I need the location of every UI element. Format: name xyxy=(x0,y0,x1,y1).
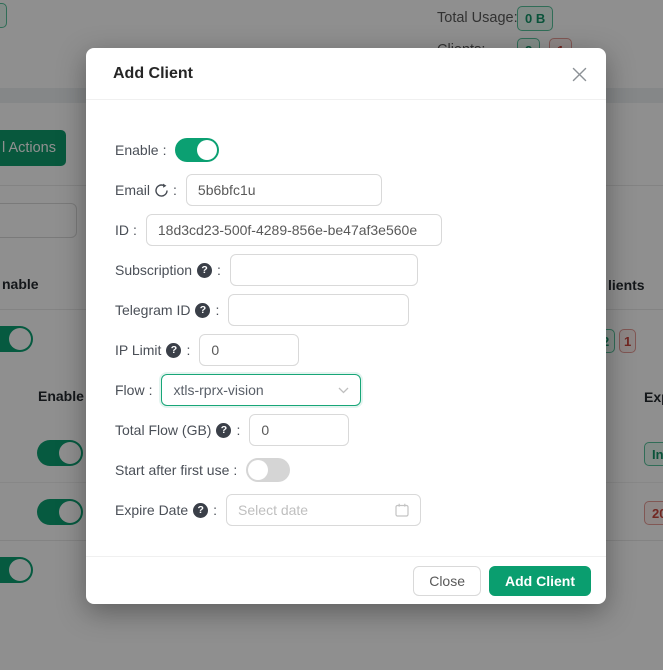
colon: : xyxy=(233,462,237,478)
flow-select[interactable]: xtls-rprx-vision xyxy=(161,374,361,406)
start-after-first-use-label-text: Start after first use xyxy=(115,462,229,478)
chevron-down-icon xyxy=(338,387,349,394)
id-label-text: ID xyxy=(115,222,129,238)
email-label: Email : xyxy=(115,182,177,198)
add-client-button[interactable]: Add Client xyxy=(489,566,591,596)
subscription-label: Subscription ? : xyxy=(115,262,221,278)
ip-limit-field-row: IP Limit ? : xyxy=(115,334,582,366)
total-flow-input[interactable] xyxy=(249,414,349,446)
expire-date-picker[interactable]: Select date xyxy=(226,494,421,526)
flow-label-text: Flow xyxy=(115,382,145,398)
colon: : xyxy=(133,222,137,238)
flow-label: Flow: xyxy=(115,382,152,398)
expire-date-label-text: Expire Date xyxy=(115,502,188,518)
close-button[interactable]: Close xyxy=(413,566,481,596)
subscription-label-text: Subscription xyxy=(115,262,192,278)
ip-limit-input[interactable] xyxy=(199,334,299,366)
telegram-id-field-row: Telegram ID ? : xyxy=(115,294,582,326)
question-icon: ? xyxy=(193,503,208,518)
total-flow-field-row: Total Flow (GB) ? : xyxy=(115,414,582,446)
toggle-knob xyxy=(197,140,217,160)
modal-header: Add Client xyxy=(86,48,606,100)
email-field-row: Email : xyxy=(115,174,582,206)
enable-field-row: Enable: xyxy=(115,134,582,166)
telegram-id-input[interactable] xyxy=(228,294,409,326)
flow-field-row: Flow: xtls-rprx-vision xyxy=(115,374,582,406)
colon: : xyxy=(163,142,167,158)
expire-date-placeholder: Select date xyxy=(238,502,308,518)
enable-label-text: Enable xyxy=(115,142,159,158)
colon: : xyxy=(217,262,221,278)
colon: : xyxy=(213,502,217,518)
colon: : xyxy=(149,382,153,398)
start-after-first-use-label: Start after first use: xyxy=(115,462,237,478)
email-label-text: Email xyxy=(115,182,150,198)
colon: : xyxy=(173,182,177,198)
close-icon[interactable] xyxy=(570,65,588,83)
subscription-field-row: Subscription ? : xyxy=(115,254,582,286)
colon: : xyxy=(236,422,240,438)
id-input[interactable] xyxy=(146,214,442,246)
question-icon: ? xyxy=(216,423,231,438)
id-label: ID: xyxy=(115,222,137,238)
question-icon: ? xyxy=(197,263,212,278)
subscription-input[interactable] xyxy=(230,254,418,286)
modal-footer: Close Add Client xyxy=(86,556,606,604)
calendar-icon xyxy=(395,503,409,517)
enable-label: Enable: xyxy=(115,142,166,158)
colon: : xyxy=(186,342,190,358)
start-after-first-use-toggle[interactable] xyxy=(246,458,290,482)
telegram-id-label: Telegram ID ? : xyxy=(115,302,219,318)
enable-toggle[interactable] xyxy=(175,138,219,162)
email-input[interactable] xyxy=(186,174,382,206)
page: Total Usage: 0 B Clients: 2 1 l Actions … xyxy=(0,0,663,670)
ip-limit-label: IP Limit ? : xyxy=(115,342,190,358)
question-icon: ? xyxy=(195,303,210,318)
add-client-modal: Add Client Enable: Email xyxy=(86,48,606,604)
toggle-knob xyxy=(248,460,268,480)
expire-date-field-row: Expire Date ? : Select date xyxy=(115,494,582,526)
telegram-id-label-text: Telegram ID xyxy=(115,302,190,318)
flow-select-value: xtls-rprx-vision xyxy=(173,382,263,398)
total-flow-label: Total Flow (GB) ? : xyxy=(115,422,240,438)
expire-date-label: Expire Date ? : xyxy=(115,502,217,518)
modal-title: Add Client xyxy=(113,65,193,83)
colon: : xyxy=(215,302,219,318)
start-after-first-use-row: Start after first use: xyxy=(115,454,582,486)
refresh-icon[interactable] xyxy=(154,183,169,198)
question-icon: ? xyxy=(166,343,181,358)
total-flow-label-text: Total Flow (GB) xyxy=(115,422,211,438)
ip-limit-label-text: IP Limit xyxy=(115,342,161,358)
modal-body: Enable: Email : xyxy=(86,100,606,556)
id-field-row: ID: xyxy=(115,214,582,246)
